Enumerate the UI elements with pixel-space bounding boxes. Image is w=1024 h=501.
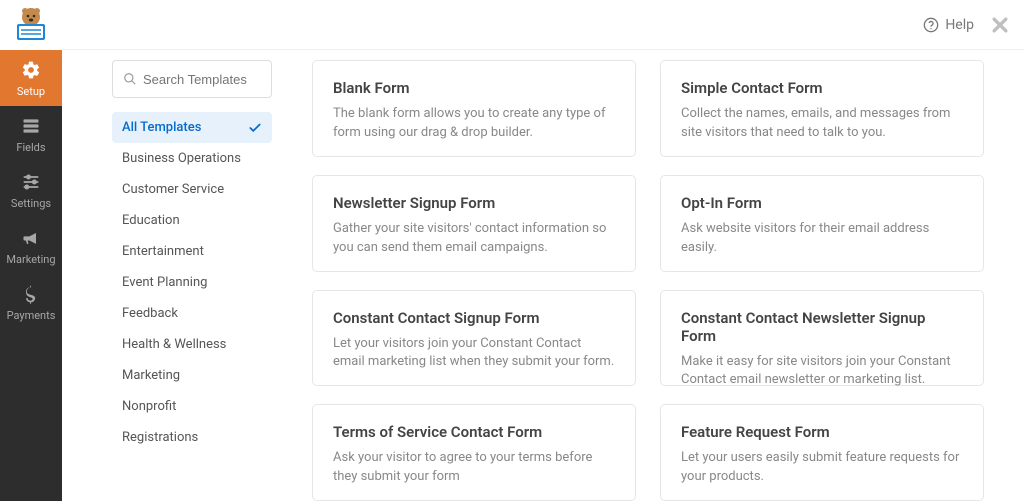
template-card[interactable]: Terms of Service Contact Form Ask your v… (312, 404, 636, 501)
template-card[interactable]: Feature Request Form Let your users easi… (660, 404, 984, 501)
bullhorn-icon (20, 227, 42, 249)
category-label: Customer Service (122, 182, 224, 197)
help-icon (923, 17, 939, 33)
template-title: Simple Contact Form (681, 79, 963, 97)
nav-marketing[interactable]: Marketing (0, 218, 62, 274)
template-card[interactable]: Opt-In Form Ask website visitors for the… (660, 175, 984, 272)
category-label: Entertainment (122, 244, 204, 259)
search-input[interactable] (143, 72, 261, 87)
sliders-icon (20, 171, 42, 193)
category-item[interactable]: Event Planning (112, 267, 272, 298)
wpforms-logo-icon (11, 5, 51, 45)
category-item[interactable]: Business Operations (112, 143, 272, 174)
template-desc: Gather your site visitors' contact infor… (333, 220, 615, 258)
nav-label: Settings (11, 197, 51, 210)
template-title: Blank Form (333, 79, 615, 97)
category-item[interactable]: Education (112, 205, 272, 236)
template-desc: Ask your visitor to agree to your terms … (333, 449, 615, 487)
nav-label: Marketing (6, 253, 55, 266)
category-label: Nonprofit (122, 399, 176, 414)
topbar: Help (62, 0, 1024, 50)
nav-setup[interactable]: Setup (0, 50, 62, 106)
category-item[interactable]: Registrations (112, 422, 272, 453)
close-icon[interactable] (990, 15, 1010, 35)
gear-icon (20, 59, 42, 81)
template-title: Opt-In Form (681, 194, 963, 212)
template-desc: Let your users easily submit feature req… (681, 449, 963, 487)
nav-settings[interactable]: Settings (0, 162, 62, 218)
nav-label: Fields (16, 141, 45, 154)
category-label: Health & Wellness (122, 337, 226, 352)
search-input-wrapper[interactable] (112, 60, 272, 98)
template-desc: Ask website visitors for their email add… (681, 220, 963, 258)
templates-grid: Blank Form The blank form allows you to … (312, 60, 994, 501)
template-card[interactable]: Constant Contact Newsletter Signup Form … (660, 290, 984, 387)
category-list: All Templates Business Operations Custom… (112, 112, 272, 453)
template-card[interactable]: Blank Form The blank form allows you to … (312, 60, 636, 157)
template-title: Feature Request Form (681, 423, 963, 441)
category-label: All Templates (122, 120, 201, 135)
category-label: Education (122, 213, 180, 228)
template-title: Newsletter Signup Form (333, 194, 615, 212)
category-all-templates[interactable]: All Templates (112, 112, 272, 143)
category-item[interactable]: Customer Service (112, 174, 272, 205)
category-item[interactable]: Feedback (112, 298, 272, 329)
template-card[interactable]: Simple Contact Form Collect the names, e… (660, 60, 984, 157)
nav-label: Payments (7, 309, 56, 322)
template-desc: Make it easy for site visitors join your… (681, 353, 963, 391)
template-title: Terms of Service Contact Form (333, 423, 615, 441)
fields-icon (20, 115, 42, 137)
template-card[interactable]: Newsletter Signup Form Gather your site … (312, 175, 636, 272)
template-desc: Collect the names, emails, and messages … (681, 105, 963, 143)
nav-fields[interactable]: Fields (0, 106, 62, 162)
category-item[interactable]: Nonprofit (112, 391, 272, 422)
category-label: Business Operations (122, 151, 241, 166)
nav-label: Setup (17, 85, 45, 98)
dollar-icon (20, 283, 42, 305)
category-label: Feedback (122, 306, 178, 321)
template-desc: The blank form allows you to create any … (333, 105, 615, 143)
nav-payments[interactable]: Payments (0, 274, 62, 330)
category-sidebar: All Templates Business Operations Custom… (112, 60, 272, 501)
app-logo (0, 0, 62, 50)
help-button[interactable]: Help (923, 17, 974, 33)
help-label: Help (945, 17, 974, 33)
category-item[interactable]: Marketing (112, 360, 272, 391)
check-icon (248, 121, 262, 135)
template-title: Constant Contact Signup Form (333, 309, 615, 327)
category-label: Registrations (122, 430, 198, 445)
category-label: Marketing (122, 368, 180, 383)
category-item[interactable]: Entertainment (112, 236, 272, 267)
template-card[interactable]: Constant Contact Signup Form Let your vi… (312, 290, 636, 387)
search-icon (123, 72, 137, 86)
left-nav: Setup Fields Settings Marketing Payments (0, 0, 62, 501)
category-item[interactable]: Health & Wellness (112, 329, 272, 360)
category-label: Event Planning (122, 275, 207, 290)
template-desc: Let your visitors join your Constant Con… (333, 335, 615, 373)
template-title: Constant Contact Newsletter Signup Form (681, 309, 963, 345)
